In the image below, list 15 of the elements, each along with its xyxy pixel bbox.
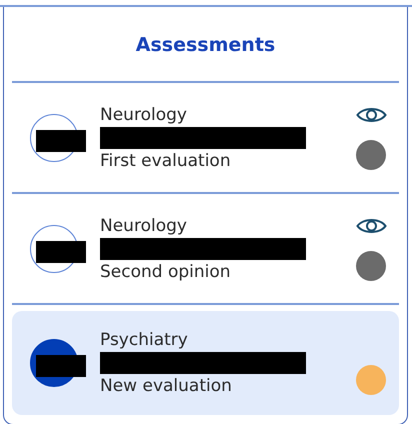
specialty-label: Neurology (100, 216, 188, 236)
description-label: First evaluation (100, 150, 232, 170)
redaction-bar (36, 355, 86, 377)
assessment-item[interactable]: Neurology Second opinion (12, 194, 399, 303)
description-label: Second opinion (100, 262, 232, 282)
panel-title: Assessments (134, 33, 276, 58)
specialty-label: Neurology (100, 104, 188, 124)
specialty-label: Psychiatry (100, 330, 189, 350)
assessment-item[interactable]: Psychiatry New evaluation (12, 311, 399, 415)
eye-icon[interactable] (356, 216, 386, 234)
redaction-bar (36, 240, 86, 262)
description-label: New evaluation (100, 376, 233, 396)
redaction-bar (36, 130, 86, 152)
assessment-item[interactable]: Neurology First evaluation (12, 83, 399, 192)
eye-icon[interactable] (356, 106, 386, 124)
